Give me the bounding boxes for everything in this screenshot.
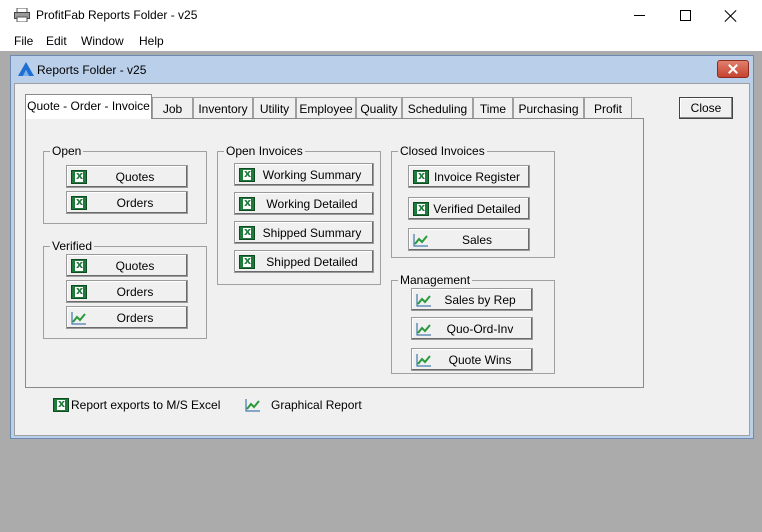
legend-excel: Report exports to M/S Excel bbox=[53, 397, 221, 412]
verified-orders-graph-button[interactable]: Orders bbox=[66, 306, 188, 329]
minimize-icon bbox=[633, 15, 645, 16]
group-open: Open Quotes Orders bbox=[43, 144, 207, 224]
printer-icon bbox=[14, 8, 30, 22]
excel-icon bbox=[413, 169, 429, 184]
tab-panel: Open Quotes Orders Verified Quotes bbox=[25, 118, 644, 388]
group-open-invoices-label: Open Invoices bbox=[224, 144, 305, 158]
menu-bar: File Edit Window Help bbox=[0, 31, 762, 51]
close-icon bbox=[725, 10, 737, 22]
app-title-bar: ProfitFab Reports Folder - v25 bbox=[0, 0, 762, 31]
tab-quote-order-invoice[interactable]: Quote - Order - Invoice bbox=[25, 94, 152, 119]
app-title: ProfitFab Reports Folder - v25 bbox=[36, 8, 198, 22]
group-verified-label: Verified bbox=[50, 239, 95, 253]
button-label: Working Detailed bbox=[266, 196, 358, 211]
shipped-summary-button[interactable]: Shipped Summary bbox=[234, 221, 374, 244]
maximize-icon bbox=[679, 10, 691, 21]
app-logo-icon bbox=[18, 62, 34, 76]
child-title: Reports Folder - v25 bbox=[37, 63, 147, 77]
tab-purchasing[interactable]: Purchasing bbox=[513, 97, 584, 119]
sales-by-rep-button[interactable]: Sales by Rep bbox=[411, 288, 533, 311]
tab-utility[interactable]: Utility bbox=[253, 97, 296, 119]
graph-icon bbox=[71, 311, 86, 324]
button-label: Quotes bbox=[115, 169, 155, 184]
maximize-button[interactable] bbox=[662, 0, 708, 31]
graph-icon bbox=[413, 233, 428, 246]
graph-icon bbox=[416, 293, 431, 306]
button-label: Orders bbox=[116, 284, 154, 299]
open-orders-button[interactable]: Orders bbox=[66, 191, 188, 214]
sales-graph-button[interactable]: Sales bbox=[408, 228, 530, 251]
group-verified: Verified Quotes Orders Orders bbox=[43, 239, 207, 339]
graph-icon bbox=[416, 353, 431, 366]
tab-scheduling[interactable]: Scheduling bbox=[402, 97, 473, 119]
excel-icon bbox=[413, 201, 429, 216]
tab-profit[interactable]: Profit bbox=[584, 97, 632, 119]
tab-employee[interactable]: Employee bbox=[296, 97, 356, 119]
button-label: Quote Wins bbox=[448, 352, 512, 367]
tab-inventory[interactable]: Inventory bbox=[193, 97, 253, 119]
tab-job[interactable]: Job bbox=[152, 97, 193, 119]
legend-graph: Graphical Report bbox=[245, 398, 362, 412]
excel-icon bbox=[71, 169, 87, 184]
group-management-label: Management bbox=[398, 273, 473, 287]
excel-icon bbox=[71, 195, 87, 210]
excel-icon bbox=[71, 284, 87, 299]
button-label: Shipped Summary bbox=[262, 225, 362, 240]
button-label: Quotes bbox=[115, 258, 155, 273]
working-detailed-button[interactable]: Working Detailed bbox=[234, 192, 374, 215]
button-label: Orders bbox=[116, 195, 154, 210]
button-label: Shipped Detailed bbox=[266, 254, 358, 269]
group-open-invoices: Open Invoices Working Summary Working De… bbox=[217, 144, 381, 285]
shipped-detailed-button[interactable]: Shipped Detailed bbox=[234, 250, 374, 273]
working-summary-button[interactable]: Working Summary bbox=[234, 163, 374, 186]
tab-quality[interactable]: Quality bbox=[356, 97, 402, 119]
quo-ord-inv-button[interactable]: Quo-Ord-Inv bbox=[411, 317, 533, 340]
close-button[interactable]: Close bbox=[679, 97, 733, 119]
menu-edit[interactable]: Edit bbox=[46, 34, 67, 48]
minimize-button[interactable] bbox=[616, 0, 662, 31]
verified-quotes-button[interactable]: Quotes bbox=[66, 254, 188, 277]
invoice-register-button[interactable]: Invoice Register bbox=[408, 165, 530, 188]
button-label: Invoice Register bbox=[433, 169, 521, 184]
excel-icon bbox=[239, 225, 255, 240]
menu-help[interactable]: Help bbox=[139, 34, 164, 48]
excel-icon bbox=[71, 258, 87, 273]
button-label: Sales bbox=[461, 232, 493, 247]
open-quotes-button[interactable]: Quotes bbox=[66, 165, 188, 188]
child-client-area: Quote - Order - Invoice Job Inventory Ut… bbox=[14, 83, 750, 436]
group-management: Management Sales by Rep Quo-Ord-Inv Quot… bbox=[391, 273, 555, 374]
quote-wins-button[interactable]: Quote Wins bbox=[411, 348, 533, 371]
excel-icon bbox=[239, 167, 255, 182]
button-label: Verified Detailed bbox=[433, 201, 521, 216]
legend-graph-label: Graphical Report bbox=[271, 398, 362, 412]
group-closed-invoices-label: Closed Invoices bbox=[398, 144, 487, 158]
menu-file[interactable]: File bbox=[14, 34, 33, 48]
verified-orders-button[interactable]: Orders bbox=[66, 280, 188, 303]
close-icon bbox=[728, 64, 738, 74]
graph-icon bbox=[245, 399, 260, 412]
legend-excel-label: Report exports to M/S Excel bbox=[71, 398, 221, 412]
group-closed-invoices: Closed Invoices Invoice Register Verifie… bbox=[391, 144, 555, 258]
tab-time[interactable]: Time bbox=[473, 97, 513, 119]
group-open-label: Open bbox=[50, 144, 84, 158]
button-label: Working Summary bbox=[262, 167, 362, 182]
excel-icon bbox=[239, 196, 255, 211]
child-close-button[interactable] bbox=[717, 60, 749, 78]
verified-detailed-button[interactable]: Verified Detailed bbox=[408, 197, 530, 220]
button-label: Orders bbox=[116, 310, 154, 325]
menu-window[interactable]: Window bbox=[81, 34, 124, 48]
excel-icon bbox=[239, 254, 255, 269]
child-title-bar: Reports Folder - v25 bbox=[11, 56, 753, 82]
window-close-button[interactable] bbox=[708, 0, 754, 31]
button-label: Quo-Ord-Inv bbox=[446, 321, 514, 336]
button-label: Sales by Rep bbox=[444, 292, 516, 307]
graph-icon bbox=[416, 322, 431, 335]
excel-icon bbox=[53, 397, 69, 412]
reports-folder-window: Reports Folder - v25 Quote - Order - Inv… bbox=[10, 55, 754, 439]
